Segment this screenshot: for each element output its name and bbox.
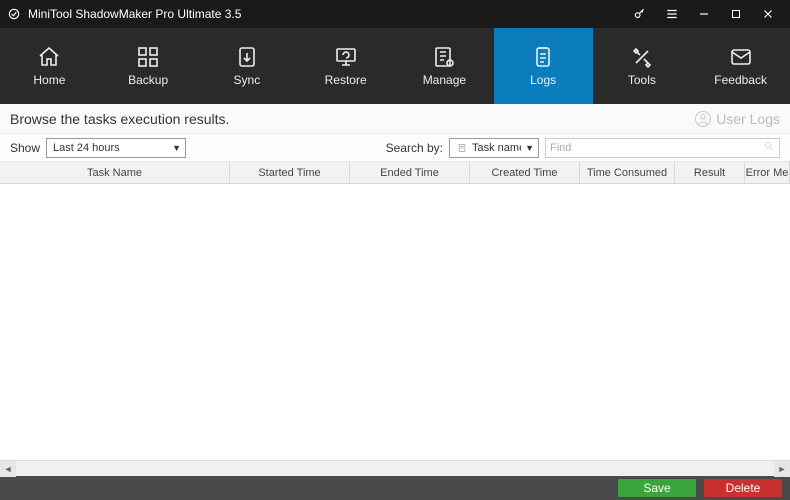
save-button[interactable]: Save — [618, 479, 696, 497]
show-dropdown-value: Last 24 hours — [53, 142, 168, 154]
col-error-message[interactable]: Error Me — [745, 162, 790, 183]
nav-label: Restore — [325, 73, 367, 87]
show-label: Show — [10, 141, 40, 155]
chevron-down-icon: ▼ — [172, 143, 181, 153]
nav-logs[interactable]: Logs — [494, 28, 593, 104]
user-logs-label: User Logs — [716, 111, 780, 127]
page-heading: Browse the tasks execution results. — [10, 111, 694, 127]
task-icon — [456, 142, 468, 154]
table-body — [0, 184, 790, 460]
horizontal-scrollbar[interactable]: ◄ ► — [0, 460, 790, 476]
key-icon[interactable] — [624, 0, 656, 28]
nav-label: Backup — [128, 73, 168, 87]
col-created-time[interactable]: Created Time — [470, 162, 580, 183]
user-logs-button[interactable]: User Logs — [694, 110, 780, 128]
nav-sync[interactable]: Sync — [198, 28, 297, 104]
subheader: Browse the tasks execution results. User… — [0, 104, 790, 134]
footer: Save Delete — [0, 476, 790, 500]
nav-tools[interactable]: Tools — [593, 28, 692, 104]
title-bar: MiniTool ShadowMaker Pro Ultimate 3.5 — [0, 0, 790, 28]
minimize-button[interactable] — [688, 0, 720, 28]
nav-label: Manage — [423, 73, 466, 87]
nav-restore[interactable]: Restore — [296, 28, 395, 104]
col-started-time[interactable]: Started Time — [230, 162, 350, 183]
maximize-button[interactable] — [720, 0, 752, 28]
table-header: Task Name Started Time Ended Time Create… — [0, 162, 790, 184]
col-ended-time[interactable]: Ended Time — [350, 162, 470, 183]
delete-button[interactable]: Delete — [704, 479, 782, 497]
show-dropdown[interactable]: Last 24 hours ▼ — [46, 138, 186, 158]
find-input[interactable] — [550, 142, 763, 154]
search-icon — [763, 140, 775, 155]
search-by-label: Search by: — [386, 141, 443, 155]
col-time-consumed[interactable]: Time Consumed — [580, 162, 675, 183]
nav-backup[interactable]: Backup — [99, 28, 198, 104]
nav-label: Sync — [234, 73, 261, 87]
app-logo-icon — [6, 6, 22, 22]
col-task-name[interactable]: Task Name — [0, 162, 230, 183]
nav-feedback[interactable]: Feedback — [691, 28, 790, 104]
close-button[interactable] — [752, 0, 784, 28]
app-title: MiniTool ShadowMaker Pro Ultimate 3.5 — [28, 7, 241, 21]
nav-home[interactable]: Home — [0, 28, 99, 104]
search-by-value: Task name — [472, 142, 521, 154]
main-nav: Home Backup Sync Restore Manage Logs Too… — [0, 28, 790, 104]
nav-label: Tools — [628, 73, 656, 87]
menu-icon[interactable] — [656, 0, 688, 28]
nav-label: Home — [33, 73, 65, 87]
col-result[interactable]: Result — [675, 162, 745, 183]
find-box[interactable] — [545, 138, 780, 158]
scroll-track[interactable] — [16, 461, 774, 477]
chevron-down-icon: ▼ — [525, 143, 534, 153]
nav-label: Feedback — [714, 73, 767, 87]
search-by-dropdown[interactable]: Task name ▼ — [449, 138, 539, 158]
nav-manage[interactable]: Manage — [395, 28, 494, 104]
scroll-left-button[interactable]: ◄ — [0, 461, 16, 477]
filter-bar: Show Last 24 hours ▼ Search by: Task nam… — [0, 134, 790, 162]
nav-label: Logs — [530, 73, 556, 87]
scroll-right-button[interactable]: ► — [774, 461, 790, 477]
